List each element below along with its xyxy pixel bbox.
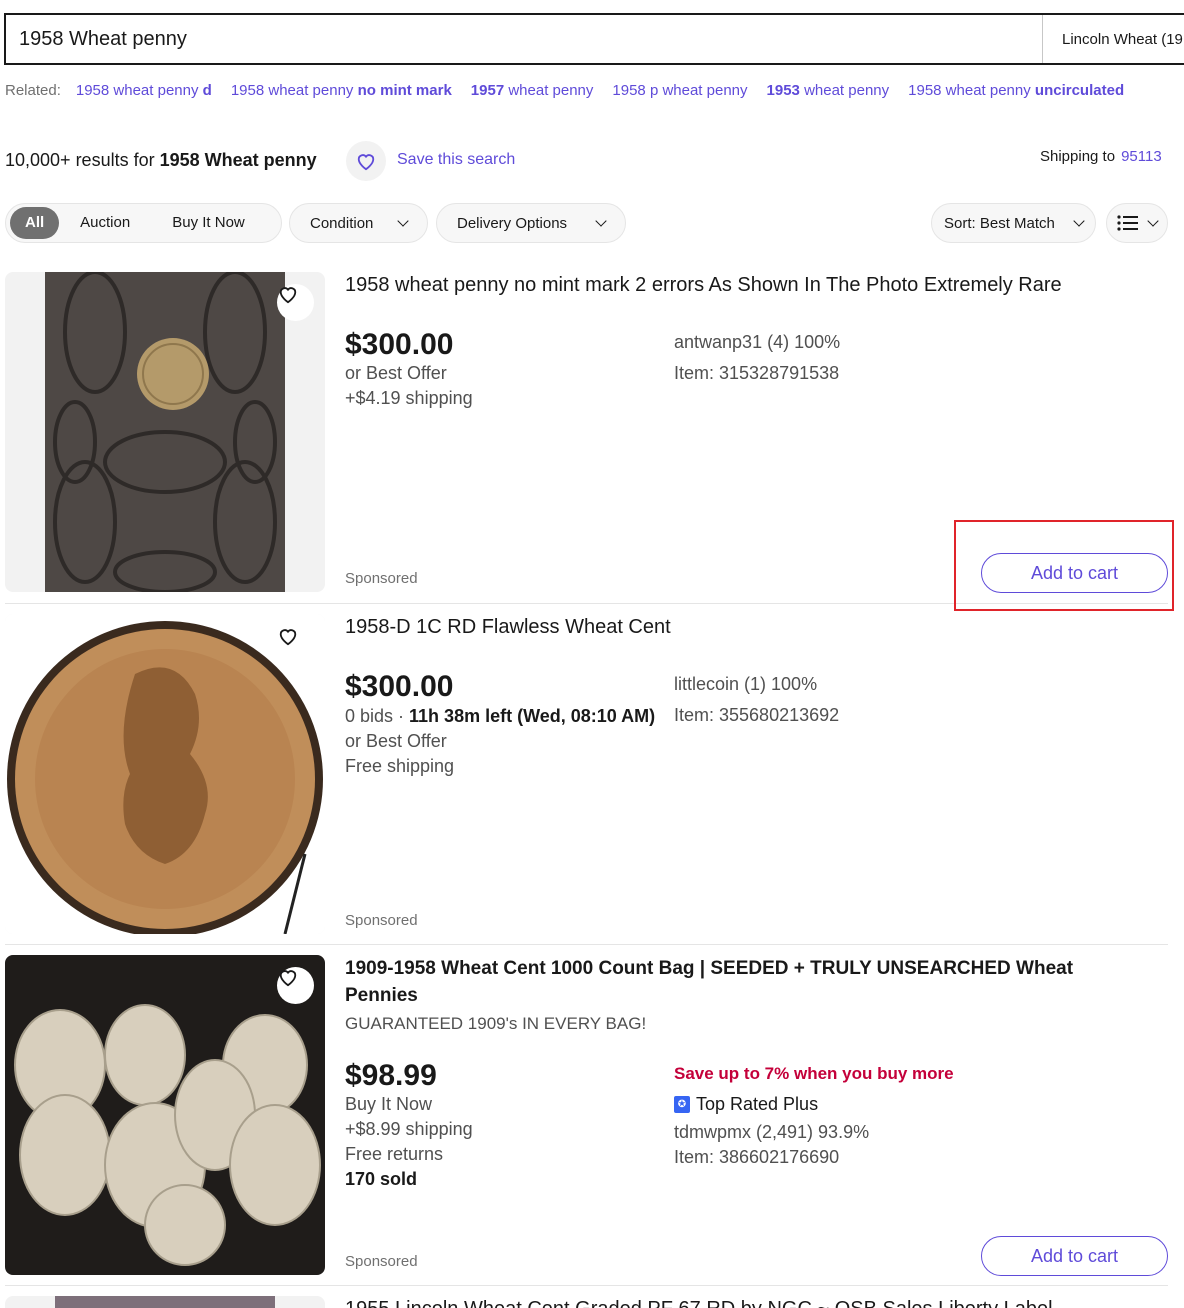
- category-select[interactable]: Lincoln Wheat (19: [1042, 15, 1184, 63]
- listing-title[interactable]: 1958 wheat penny no mint mark 2 errors A…: [345, 272, 1145, 299]
- listing-image[interactable]: [5, 1296, 325, 1308]
- top-rated-icon: ✪: [674, 1096, 690, 1113]
- related-link[interactable]: 1953 wheat penny: [767, 82, 890, 99]
- chevron-down-icon: [595, 214, 607, 227]
- delivery-options-filter[interactable]: Delivery Options: [436, 203, 626, 243]
- listing-details: or Best Offer +$4.19 shipping: [345, 363, 473, 408]
- format-all-tab[interactable]: All: [10, 207, 60, 239]
- sort-dropdown[interactable]: Sort: Best Match: [931, 203, 1096, 243]
- watch-heart-button[interactable]: [277, 284, 314, 321]
- listing-title[interactable]: 1958-D 1C RD Flawless Wheat Cent: [345, 614, 1145, 641]
- format-filter: All Auction Buy It Now: [5, 203, 282, 243]
- listing-card: 1958-D 1C RD Flawless Wheat Cent $300.00…: [5, 614, 1168, 945]
- listing-subtitle: GUARANTEED 1909's IN EVERY BAG!: [345, 1014, 647, 1033]
- listing-details: 0 bids · 11h 38m left (Wed, 08:10 AM) or…: [345, 706, 656, 776]
- heart-icon: [279, 970, 297, 987]
- highlight-box: [954, 520, 1174, 611]
- chevron-down-icon: [1073, 214, 1085, 227]
- format-buy-it-now-tab[interactable]: Buy It Now: [151, 207, 266, 239]
- condition-filter[interactable]: Condition: [289, 203, 428, 243]
- related-link[interactable]: 1957 wheat penny: [471, 82, 594, 99]
- top-rated-badge: ✪ Top Rated Plus: [674, 1089, 954, 1120]
- heart-icon: [279, 287, 297, 304]
- listing-price: $300.00: [345, 328, 454, 361]
- zip-link[interactable]: 95113: [1121, 148, 1162, 165]
- listing-title[interactable]: 1909-1958 Wheat Cent 1000 Count Bag | SE…: [345, 955, 1145, 1009]
- listing-title[interactable]: 1955 Lincoln Wheat Cent Graded PF 67 RD …: [345, 1296, 1145, 1308]
- related-link[interactable]: 1958 wheat penny uncirculated: [908, 82, 1124, 99]
- view-toggle[interactable]: [1106, 203, 1168, 243]
- list-view-icon: [1117, 215, 1138, 231]
- seller-info: Save up to 7% when you buy more ✪ Top Rat…: [674, 1058, 954, 1170]
- chevron-down-icon: [397, 214, 409, 227]
- watch-heart-button[interactable]: [277, 967, 314, 1004]
- seller-info: littlecoin (1) 100% Item: 355680213692: [674, 674, 840, 725]
- related-link[interactable]: 1958 wheat penny no mint mark: [231, 82, 452, 99]
- heart-icon: [357, 154, 375, 171]
- listing-image[interactable]: [5, 272, 325, 592]
- listing-price: $98.99: [345, 1059, 437, 1092]
- shipping-to: Shipping to 95113: [1040, 148, 1162, 165]
- listing-details: Buy It Now +$8.99 shipping Free returns …: [345, 1094, 473, 1189]
- save-search-heart-button[interactable]: [346, 141, 386, 181]
- results-count: 10,000+ results for 1958 Wheat penny: [5, 150, 317, 170]
- heart-icon: [279, 629, 297, 646]
- sponsored-label: Sponsored: [345, 570, 418, 587]
- related-searches: Related: 1958 wheat penny d 1958 wheat p…: [5, 82, 1143, 99]
- chevron-down-icon: [1147, 214, 1159, 227]
- watch-heart-button[interactable]: [277, 626, 314, 663]
- sponsored-label: Sponsored: [345, 1253, 418, 1270]
- related-link[interactable]: 1958 wheat penny d: [76, 82, 212, 99]
- listing-card: 1909-1958 Wheat Cent 1000 Count Bag | SE…: [5, 955, 1168, 1286]
- listing-price: $300.00: [345, 670, 454, 703]
- sponsored-label: Sponsored: [345, 912, 418, 929]
- promo-text: Save up to 7% when you buy more: [674, 1064, 954, 1083]
- listing-image[interactable]: [5, 955, 325, 1275]
- listing-card: 1955 Lincoln Wheat Cent Graded PF 67 RD …: [5, 1296, 1168, 1308]
- seller-info: antwanp31 (4) 100% Item: 315328791538: [674, 332, 841, 383]
- listing-image[interactable]: [5, 614, 325, 934]
- related-link[interactable]: 1958 p wheat penny: [612, 82, 747, 99]
- format-auction-tab[interactable]: Auction: [59, 207, 151, 239]
- search-input[interactable]: [6, 15, 1042, 63]
- search-bar: Lincoln Wheat (19: [4, 13, 1184, 65]
- save-search-link[interactable]: Save this search: [397, 151, 515, 169]
- related-label: Related:: [5, 82, 61, 99]
- add-to-cart-button[interactable]: Add to cart: [981, 1236, 1168, 1276]
